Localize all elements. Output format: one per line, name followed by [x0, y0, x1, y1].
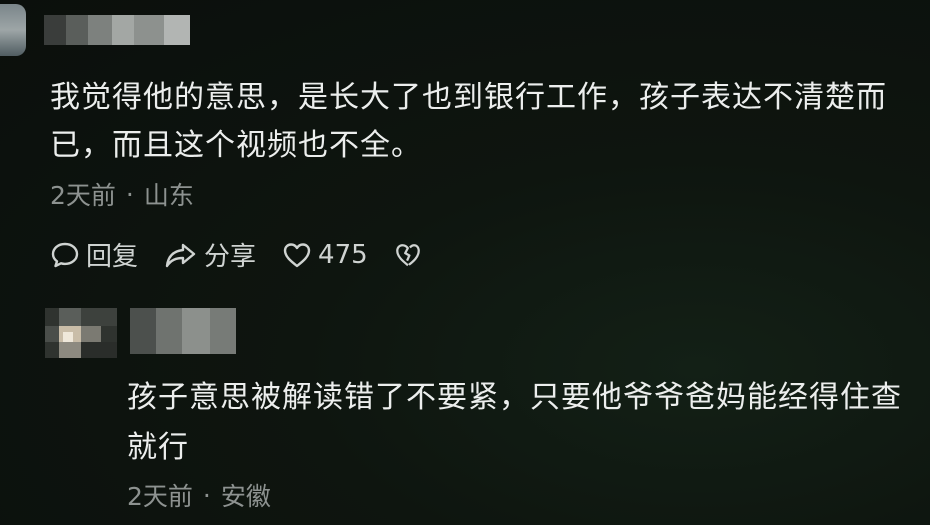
- timestamp: 2天前: [127, 482, 193, 511]
- like-count: 475: [318, 239, 368, 270]
- comment-text: 我觉得他的意思，是长大了也到银行工作，孩子表达不清楚而 已，而且这个视频也不全。: [50, 74, 930, 170]
- avatar[interactable]: [0, 4, 26, 56]
- heart-icon: [283, 242, 311, 267]
- location: 安徽: [220, 482, 271, 511]
- location: 山东: [143, 181, 194, 210]
- dislike-button[interactable]: [394, 241, 428, 269]
- reply-text-line: 孩子意思被解读错了不要紧，只要他爷爷爸妈能经得住查: [127, 380, 902, 415]
- share-button[interactable]: 分享: [164, 236, 256, 273]
- comment-meta: 2天前 · 山东: [50, 176, 194, 212]
- meta-separator: ·: [202, 480, 211, 510]
- username-blurred[interactable]: [44, 15, 190, 45]
- timestamp: 2天前: [50, 181, 116, 210]
- comment-actions: 回复 分享 475: [50, 236, 454, 273]
- like-button[interactable]: 475: [282, 240, 368, 270]
- reply-avatar[interactable]: [45, 308, 117, 358]
- avatar-image: [45, 308, 117, 358]
- share-arrow-icon: [165, 243, 196, 267]
- reply-button[interactable]: 回复: [50, 236, 138, 273]
- reply-username-blurred[interactable]: [130, 308, 236, 354]
- reply-label: 回复: [86, 242, 139, 272]
- reply-meta: 2天前 · 安徽: [127, 477, 271, 513]
- reply-text-line: 就行: [127, 430, 189, 465]
- broken-heart-icon: [395, 243, 420, 266]
- reply-text: 孩子意思被解读错了不要紧，只要他爷爷爸妈能经得住查 就行: [127, 373, 930, 473]
- share-label: 分享: [204, 242, 257, 272]
- comment-text-line: 已，而且这个视频也不全。: [50, 128, 422, 163]
- comment-text-line: 我觉得他的意思，是长大了也到银行工作，孩子表达不清楚而: [50, 80, 887, 115]
- speech-bubble-icon: [51, 242, 79, 267]
- meta-separator: ·: [125, 179, 134, 209]
